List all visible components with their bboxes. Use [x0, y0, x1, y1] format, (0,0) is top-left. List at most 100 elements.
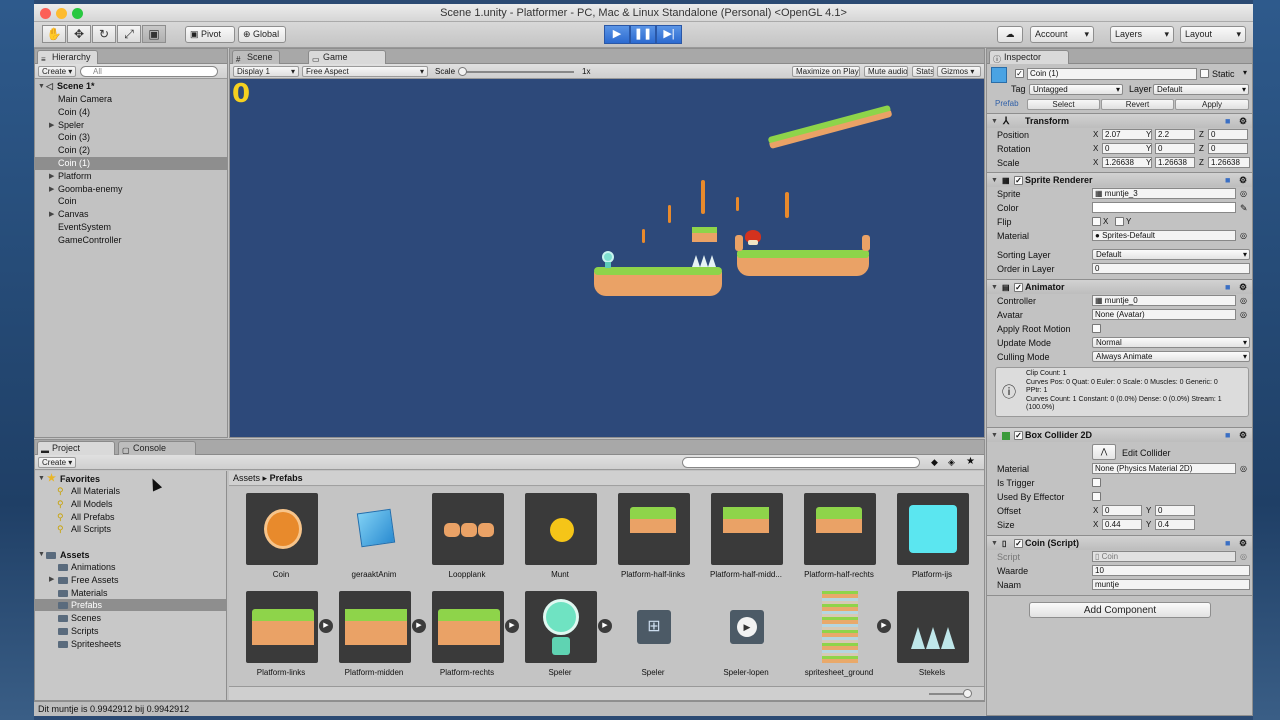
coin-script-enabled-checkbox[interactable]: ✓ [1014, 539, 1023, 548]
naam-field[interactable]: muntje [1092, 579, 1250, 590]
avatar-field[interactable]: None (Avatar) [1092, 309, 1236, 320]
scale-tool-icon[interactable]: ⤢ [117, 25, 141, 43]
asset-folder[interactable]: Materials [35, 587, 226, 599]
position-z-field[interactable]: 0 [1208, 129, 1248, 140]
asset-stekels[interactable]: Stekels [890, 591, 974, 685]
flip-x-checkbox[interactable] [1092, 217, 1101, 226]
rotation-x-field[interactable]: 0 [1102, 143, 1152, 154]
hierarchy-item[interactable]: ▶ Speler [35, 119, 227, 132]
box-collider-enabled-checkbox[interactable]: ✓ [1014, 431, 1023, 440]
help-icon[interactable]: ■ [1225, 536, 1230, 551]
object-picker-icon[interactable]: ◎ [1240, 462, 1247, 476]
asset-platform-half-midden[interactable]: Platform-half-midd... [704, 493, 788, 587]
account-dropdown[interactable]: Account ▾ [1030, 26, 1094, 43]
box-collider-header[interactable]: ▼ ✓ Box Collider 2D ■ ⚙ [987, 427, 1252, 442]
asset-platform-rechts[interactable]: ▶ Platform-rechts [425, 591, 519, 685]
favorite-item[interactable]: ⚲ All Scripts [35, 523, 226, 535]
global-toggle[interactable]: ⊕ Global [238, 26, 286, 43]
rect-tool-icon[interactable]: ▣ [142, 25, 166, 43]
asset-spritesheet-ground[interactable]: ▶ spritesheet_ground [797, 591, 891, 685]
asset-speler-controller[interactable]: ⊞ Speler [611, 591, 695, 685]
tab-game[interactable]: ▭ Game [308, 50, 386, 64]
used-by-effector-checkbox[interactable] [1092, 492, 1101, 501]
prefab-apply-button[interactable]: Apply [1175, 99, 1249, 110]
hand-tool-icon[interactable]: ✋ [42, 25, 66, 43]
scale-z-field[interactable]: 1.26638 [1208, 157, 1250, 168]
asset-platform-midden[interactable]: ▶ Platform-midden [332, 591, 426, 685]
scale-y-field[interactable]: 1.26638 [1155, 157, 1195, 168]
asset-platform-half-rechts[interactable]: Platform-half-rechts [797, 493, 881, 587]
gear-icon[interactable]: ⚙ [1239, 114, 1247, 129]
favorite-item[interactable]: ⚲ All Models [35, 498, 226, 510]
collapsed-arrow-icon[interactable]: ▶ [49, 183, 54, 196]
hierarchy-item[interactable]: Coin [35, 195, 227, 208]
size-x-field[interactable]: 0.44 [1102, 519, 1142, 530]
tab-project[interactable]: ▬ Project [37, 441, 115, 455]
tab-scene[interactable]: # Scene [232, 50, 280, 64]
position-x-field[interactable]: 2.07 [1102, 129, 1152, 140]
rotation-y-field[interactable]: 0 [1155, 143, 1195, 154]
icon-size-slider-thumb[interactable] [963, 689, 972, 698]
scene-root-row[interactable]: ▼ ◁ Scene 1* [35, 80, 227, 93]
favorite-item[interactable]: ⚲ All Materials [35, 485, 226, 497]
cloud-button[interactable]: ☁ [997, 26, 1023, 43]
stats-toggle[interactable]: Stats [912, 66, 934, 77]
hierarchy-item[interactable]: Coin (2) [35, 144, 227, 157]
gear-icon[interactable]: ⚙ [1239, 280, 1247, 295]
maximize-on-play-toggle[interactable]: Maximize on Play [792, 66, 860, 77]
order-in-layer-field[interactable]: 0 [1092, 263, 1250, 274]
edit-collider-button[interactable]: ⋀ [1092, 444, 1116, 460]
pause-button[interactable]: ❚❚ [630, 25, 656, 44]
favorite-item[interactable]: ⚲ All Prefabs [35, 511, 226, 523]
prefab-select-button[interactable]: Select [1027, 99, 1100, 110]
add-component-button[interactable]: Add Component [1029, 602, 1211, 618]
object-picker-icon[interactable]: ◎ [1240, 294, 1247, 308]
asset-folder[interactable]: Scripts [35, 625, 226, 637]
asset-platform-half-links[interactable]: Platform-half-links [611, 493, 695, 587]
asset-loopplank[interactable]: Loopplank [425, 493, 509, 587]
collapsed-arrow-icon[interactable]: ▶ [49, 208, 54, 221]
asset-platform-ijs[interactable]: Platform-ijs [890, 493, 974, 587]
scale-slider-thumb[interactable] [458, 67, 467, 76]
expand-prefab-icon[interactable]: ▶ [598, 619, 612, 633]
hierarchy-item[interactable]: Coin (3) [35, 131, 227, 144]
gear-icon[interactable]: ⚙ [1239, 173, 1247, 188]
asset-folder[interactable]: Animations [35, 561, 226, 573]
flip-y-checkbox[interactable] [1115, 217, 1124, 226]
collapsed-arrow-icon[interactable]: ▶ [49, 119, 54, 132]
asset-coin[interactable]: Coin [239, 493, 323, 587]
eyedropper-icon[interactable]: ✎ [1240, 201, 1248, 215]
offset-y-field[interactable]: 0 [1155, 505, 1195, 516]
hierarchy-item[interactable]: GameController [35, 234, 227, 247]
waarde-field[interactable]: 10 [1092, 565, 1250, 576]
minimize-window-button[interactable] [56, 8, 67, 19]
animator-enabled-checkbox[interactable]: ✓ [1014, 283, 1023, 292]
object-picker-icon[interactable]: ◎ [1240, 308, 1247, 322]
hierarchy-item[interactable]: EventSystem [35, 221, 227, 234]
mute-audio-toggle[interactable]: Mute audio [864, 66, 908, 77]
color-swatch[interactable] [1092, 202, 1236, 213]
collider-material-field[interactable]: None (Physics Material 2D) [1092, 463, 1236, 474]
breadcrumb-assets[interactable]: Assets [233, 473, 260, 483]
asset-folder[interactable]: Scenes [35, 612, 226, 624]
material-field[interactable]: ● Sprites-Default [1092, 230, 1236, 241]
object-name-field[interactable]: Coin (1) [1027, 68, 1197, 80]
scale-x-field[interactable]: 1.26638 [1102, 157, 1152, 168]
prefab-revert-button[interactable]: Revert [1101, 99, 1174, 110]
layers-dropdown[interactable]: Layers ▾ [1110, 26, 1174, 43]
asset-speler-lopen[interactable]: ▶ Speler-lopen [704, 591, 788, 685]
sprite-renderer-header[interactable]: ▼ ✓ ▦ Sprite Renderer ■ ⚙ [987, 172, 1252, 187]
zoom-window-button[interactable] [72, 8, 83, 19]
assets-section[interactable]: ▼ Assets [35, 549, 226, 561]
filter-type-icon[interactable]: ◆ [931, 457, 938, 468]
asset-folder[interactable]: ▶ Free Assets [35, 574, 226, 586]
play-button[interactable]: ▶ [604, 25, 630, 44]
chevron-down-icon[interactable]: ▾ [1243, 68, 1247, 77]
project-search-input[interactable] [682, 457, 920, 468]
expand-prefab-icon[interactable]: ▶ [319, 619, 333, 633]
asset-folder[interactable]: Spritesheets [35, 638, 226, 650]
hierarchy-item[interactable]: Coin (1) [35, 157, 227, 170]
expand-sprite-icon[interactable]: ▶ [877, 619, 891, 633]
step-button[interactable]: ▶| [656, 25, 682, 44]
layer-dropdown[interactable]: Default ▾ [1153, 84, 1249, 95]
